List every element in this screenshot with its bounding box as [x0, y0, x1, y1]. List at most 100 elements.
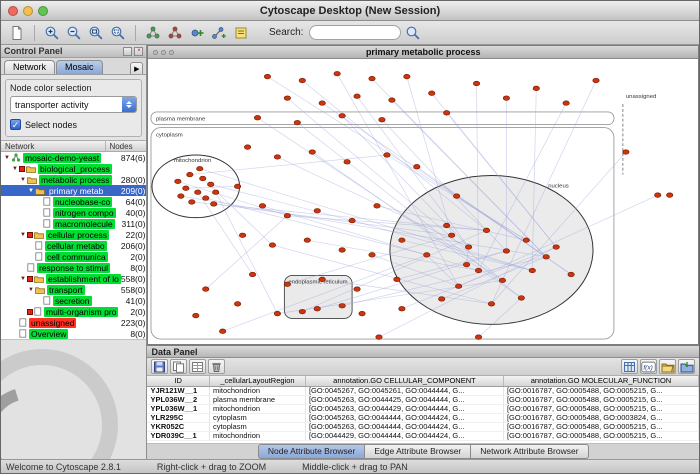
- table-row[interactable]: YPL036W__2plasma membrane[GO:0045263, GO…: [147, 395, 698, 404]
- tab-network[interactable]: Network: [4, 60, 55, 74]
- zoom-in-icon[interactable]: [42, 23, 62, 43]
- network-node[interactable]: [504, 96, 510, 101]
- tree-row-overview[interactable]: Overview8(0): [1, 328, 146, 339]
- table-row[interactable]: YJR121W__1mitochondrion[GO:0045267, GO:0…: [147, 386, 698, 395]
- network-node[interactable]: [504, 249, 510, 254]
- network-node[interactable]: [334, 71, 340, 76]
- delete-attribute-icon[interactable]: [208, 359, 225, 374]
- network-node[interactable]: [476, 268, 482, 273]
- network-node[interactable]: [235, 302, 241, 307]
- frame-maximize-icon[interactable]: [169, 50, 174, 55]
- column-header-annotation-go-cellular-component[interactable]: annotation.GO CELLULAR_COMPONENT: [305, 376, 503, 386]
- network-node[interactable]: [305, 238, 311, 243]
- table-cell[interactable]: cytoplasm: [209, 413, 305, 422]
- network-node[interactable]: [344, 160, 350, 165]
- column-header-cellularlayoutregion[interactable]: _cellularLayoutRegion: [209, 376, 305, 386]
- tab-mosaic[interactable]: Mosaic: [56, 60, 103, 74]
- network-node[interactable]: [200, 176, 206, 181]
- network-node[interactable]: [456, 284, 462, 289]
- expander-icon[interactable]: ▼: [27, 188, 35, 194]
- network-node[interactable]: [384, 153, 390, 158]
- network-node[interactable]: [245, 145, 251, 150]
- network-node[interactable]: [568, 272, 574, 277]
- table-cell[interactable]: [GO:0016787, GO:0005488, GO:0003824, G..…: [503, 413, 698, 422]
- network-node[interactable]: [444, 223, 450, 228]
- table-cell[interactable]: [GO:0045263, GO:0044425, GO:0044444, G..…: [305, 395, 503, 404]
- network-node[interactable]: [197, 166, 203, 171]
- network-node[interactable]: [449, 233, 455, 238]
- float-panel-icon[interactable]: [123, 47, 132, 56]
- network-node[interactable]: [593, 78, 599, 83]
- network-node[interactable]: [339, 114, 345, 119]
- network-node[interactable]: [466, 245, 472, 250]
- network-node[interactable]: [354, 287, 360, 292]
- table-row[interactable]: YLR295Ccytoplasm[GO:0045263, GO:0044444,…: [147, 413, 698, 422]
- network-node[interactable]: [474, 81, 480, 86]
- network-node[interactable]: [530, 268, 536, 273]
- cell-id[interactable]: YKR052C: [147, 422, 209, 431]
- tree-row-multi-organism-pro[interactable]: multi-organism pro2(0): [1, 306, 146, 317]
- tab-edge-attribute-browser[interactable]: Edge Attribute Browser: [365, 444, 471, 459]
- cell-id[interactable]: YJR121W__1: [147, 386, 209, 395]
- table-cell[interactable]: [GO:0045263, GO:0044444, GO:0044424, G..…: [305, 413, 503, 422]
- select-nodes-checkbox[interactable]: ✓: [10, 119, 21, 130]
- network-node[interactable]: [489, 302, 495, 307]
- tree-row-macromolecule[interactable]: macromolecule311(0): [1, 218, 146, 229]
- network-frame-titlebar[interactable]: primary metabolic process: [148, 46, 698, 59]
- tree-row-cellular-process[interactable]: ▼cellular process22(0): [1, 229, 146, 240]
- table-row[interactable]: YDR039C__1mitochondrion[GO:0044429, GO:0…: [147, 431, 698, 440]
- column-header-annotation-go-molecular-function[interactable]: annotation.GO MOLECULAR_FUNCTION: [503, 376, 698, 386]
- network-node[interactable]: [399, 238, 405, 243]
- node-color-dropdown[interactable]: transporter activity: [10, 96, 137, 113]
- table-cell[interactable]: [GO:0045263, GO:0044429, GO:0044444, G..…: [305, 404, 503, 413]
- network-node[interactable]: [354, 94, 360, 99]
- network-node[interactable]: [235, 184, 241, 189]
- table-cell[interactable]: [GO:0044429, GO:0044444, GO:0044424, G..…: [305, 431, 503, 440]
- cell-id[interactable]: YPL036W__2: [147, 395, 209, 404]
- expander-icon[interactable]: ▼: [3, 155, 11, 161]
- network-node[interactable]: [553, 245, 559, 250]
- network-node[interactable]: [519, 296, 525, 301]
- table-cell[interactable]: [GO:0016787, GO:0005488, GO:0005215, G..…: [503, 404, 698, 413]
- tree-row-primary-metab[interactable]: ▼primary metab209(0): [1, 185, 146, 196]
- tree-row-establishment-of-lo[interactable]: ▼establishment of lo558(0): [1, 273, 146, 284]
- copy-icon[interactable]: [170, 359, 187, 374]
- open-attribute-file-icon[interactable]: [659, 359, 676, 374]
- network-node[interactable]: [339, 304, 345, 309]
- table-cell[interactable]: [GO:0016787, GO:0005488, GO:0005215, G..…: [503, 422, 698, 431]
- expander-icon[interactable]: ▼: [27, 287, 35, 293]
- expander-icon[interactable]: ▼: [19, 177, 27, 183]
- network-node[interactable]: [376, 335, 382, 340]
- network-node[interactable]: [369, 76, 375, 81]
- close-panel-icon[interactable]: ×: [134, 47, 143, 56]
- network-node[interactable]: [414, 164, 420, 169]
- zoom-fit-icon[interactable]: [86, 23, 106, 43]
- new-document-icon[interactable]: [7, 23, 27, 43]
- tree-row-metabolic-process[interactable]: ▼metabolic process280(0): [1, 174, 146, 185]
- network-node[interactable]: [310, 150, 316, 155]
- search-input[interactable]: [309, 25, 401, 40]
- tab-overflow-icon[interactable]: ▶: [130, 62, 143, 74]
- table-cell[interactable]: mitochondrion: [209, 431, 305, 440]
- network-node[interactable]: [203, 196, 209, 201]
- minimize-window-button[interactable]: [23, 6, 33, 16]
- overview-network-icon[interactable]: [143, 23, 163, 43]
- network-node[interactable]: [270, 243, 276, 248]
- network-node[interactable]: [285, 282, 291, 287]
- network-node[interactable]: [208, 182, 214, 187]
- table-cell[interactable]: cytoplasm: [209, 422, 305, 431]
- network-node[interactable]: [315, 306, 321, 311]
- network-node[interactable]: [349, 218, 355, 223]
- cell-id[interactable]: YLR295C: [147, 413, 209, 422]
- attribute-matrix-icon[interactable]: [621, 359, 638, 374]
- network-node[interactable]: [315, 209, 321, 214]
- tree-row-cell-communica[interactable]: cell communica2(0): [1, 251, 146, 262]
- network-node[interactable]: [524, 238, 530, 243]
- network-node[interactable]: [250, 272, 256, 277]
- expander-icon[interactable]: ▼: [19, 276, 27, 282]
- tree-row-nitrogen-compo[interactable]: nitrogen compo40(0): [1, 207, 146, 218]
- frame-minimize-icon[interactable]: [161, 50, 166, 55]
- network-node[interactable]: [444, 111, 450, 116]
- close-window-button[interactable]: [8, 6, 18, 16]
- network-node[interactable]: [439, 297, 445, 302]
